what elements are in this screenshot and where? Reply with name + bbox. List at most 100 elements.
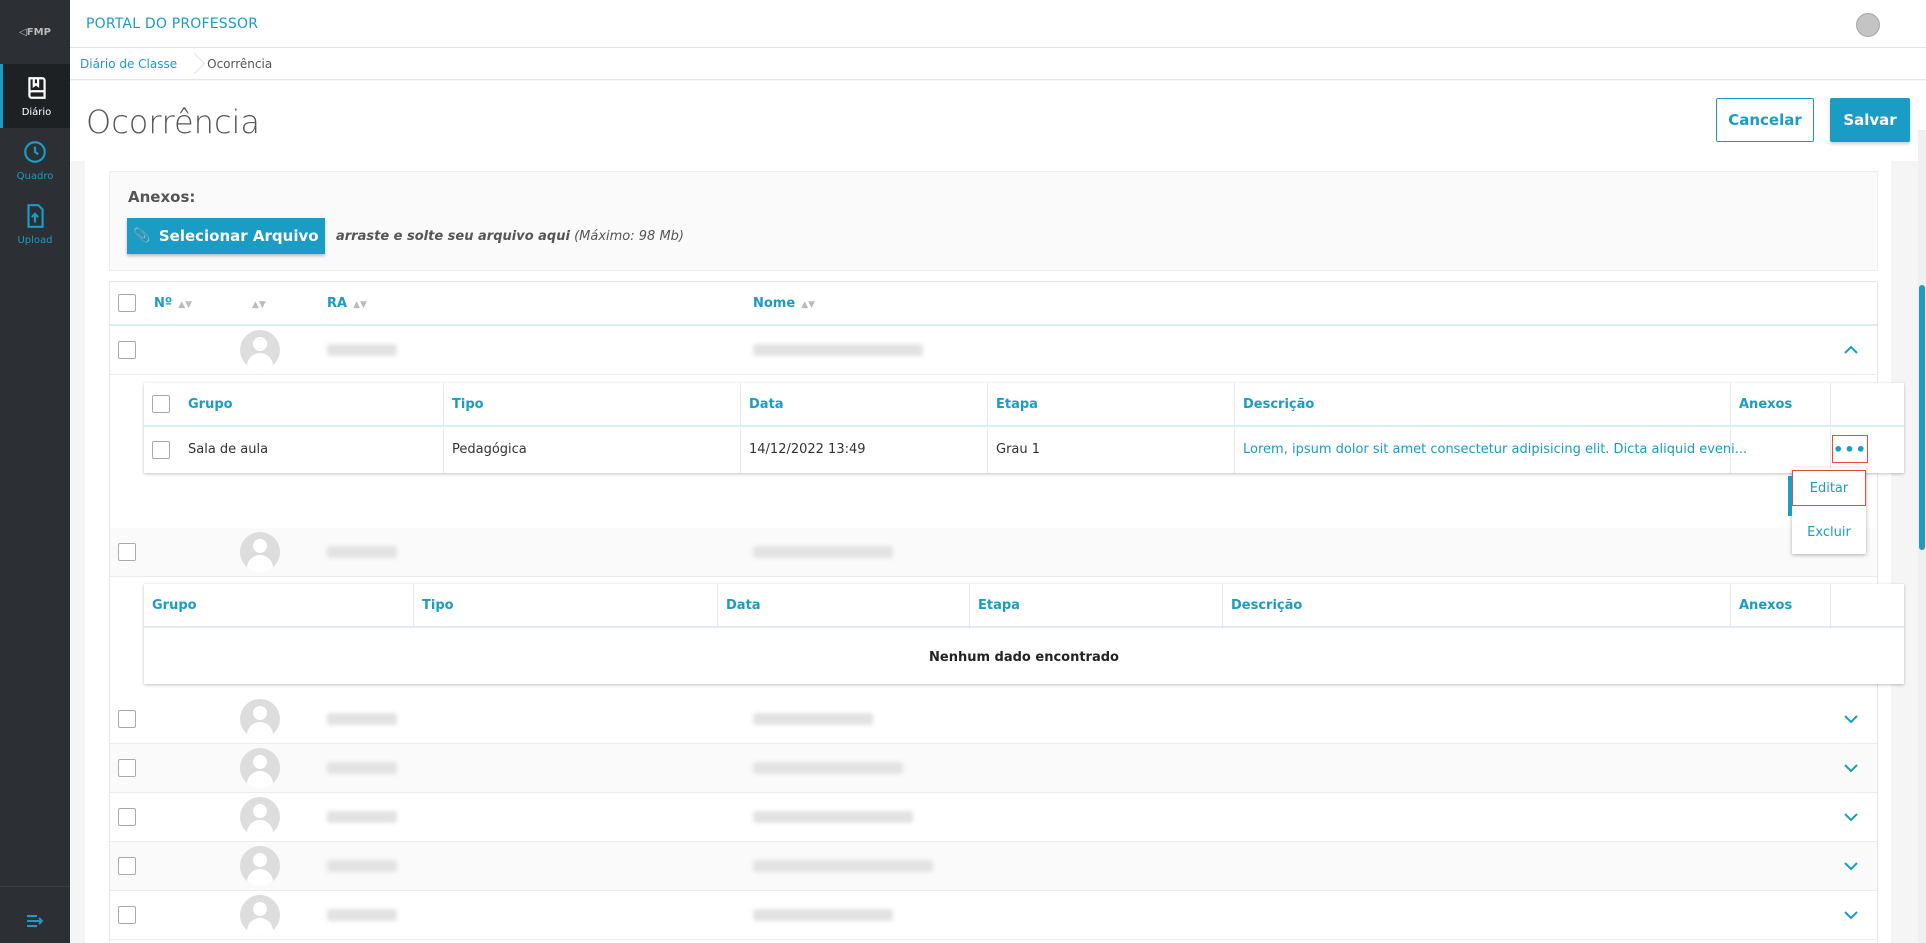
page-title: Ocorrência [86, 103, 261, 141]
clock-icon [24, 140, 46, 163]
student-ra [327, 762, 397, 774]
main-content: Anexos: 📎 Selecionar Arquivo arraste e s… [85, 161, 1904, 943]
empty-occurrence-table-header: Grupo Tipo Data Etapa Descrição Anexos [144, 584, 1904, 628]
select-all-checkbox[interactable] [118, 294, 136, 312]
paperclip-icon: 📎 [133, 228, 151, 244]
row-checkbox[interactable] [118, 759, 136, 777]
chevron-down-icon[interactable] [1841, 807, 1861, 827]
column-header-data[interactable]: Data [726, 598, 761, 613]
student-photo [240, 895, 280, 935]
student-ra [327, 860, 397, 872]
top-bar: PORTAL DO PROFESSOR [70, 0, 1926, 48]
menu-collapse-button[interactable] [0, 913, 70, 929]
cell-descricao[interactable]: Lorem, ipsum dolor sit amet consectetur … [1243, 442, 1747, 457]
cancel-button[interactable]: Cancelar [1716, 98, 1814, 142]
column-header-anexos[interactable]: Anexos [1739, 397, 1792, 412]
column-header-etapa[interactable]: Etapa [996, 397, 1038, 412]
column-divider [1730, 383, 1731, 427]
table-row [110, 793, 1877, 842]
chevron-down-icon[interactable] [1841, 758, 1861, 778]
column-header-photo[interactable]: ▲▼ [246, 296, 266, 311]
select-file-button[interactable]: 📎 Selecionar Arquivo [127, 218, 325, 254]
page-scrollbar[interactable] [1918, 130, 1926, 943]
student-name [753, 811, 913, 823]
column-divider [1830, 383, 1831, 427]
row-checkbox[interactable] [118, 808, 136, 826]
select-file-label: Selecionar Arquivo [158, 227, 319, 245]
scrollbar-thumb[interactable] [1919, 285, 1925, 550]
student-ra [327, 811, 397, 823]
column-header-number[interactable]: Nº ▲▼ [154, 296, 192, 311]
menu-item-editar[interactable]: Editar [1792, 470, 1866, 506]
menu-item-excluir[interactable]: Excluir [1792, 514, 1866, 550]
drop-zone-hint-size: (Máximo: 98 Mb) [569, 229, 684, 244]
column-header-grupo[interactable]: Grupo [152, 598, 197, 613]
sidebar-item-quadro[interactable]: Quadro [0, 128, 70, 192]
column-header-descricao[interactable]: Descrição [1231, 598, 1302, 613]
student-photo [240, 748, 280, 788]
column-header-descricao[interactable]: Descrição [1243, 397, 1314, 412]
save-button[interactable]: Salvar [1830, 98, 1910, 142]
column-divider [969, 584, 970, 628]
column-header-nome[interactable]: Nome ▲▼ [753, 296, 815, 311]
table-row [110, 891, 1877, 940]
sort-icon: ▲▼ [178, 300, 193, 310]
student-ra [327, 909, 397, 921]
attachments-label: Anexos: [128, 188, 196, 206]
book-icon [27, 76, 46, 99]
chevron-up-icon[interactable] [1841, 340, 1861, 360]
row-actions-button[interactable]: ••• [1832, 435, 1868, 463]
column-header-tipo[interactable]: Tipo [422, 598, 454, 613]
row-checkbox[interactable] [118, 341, 136, 359]
student-ra [327, 344, 397, 356]
chevron-down-icon[interactable] [1841, 856, 1861, 876]
app-title: PORTAL DO PROFESSOR [86, 15, 259, 32]
student-name [753, 546, 893, 558]
sort-icon: ▲▼ [353, 300, 367, 310]
column-header-grupo[interactable]: Grupo [188, 397, 233, 412]
column-header-data[interactable]: Data [749, 397, 784, 412]
student-name [753, 762, 903, 774]
column-header-nome-label: Nome [753, 296, 796, 311]
student-name [753, 713, 873, 725]
sort-icon: ▲▼ [252, 300, 266, 310]
row-checkbox[interactable] [118, 710, 136, 728]
sidebar-item-label: Upload [17, 234, 53, 246]
column-divider [1830, 584, 1831, 628]
table-row [110, 695, 1877, 744]
row-checkbox[interactable] [118, 857, 136, 875]
breadcrumb-separator [187, 48, 197, 80]
table-row [110, 842, 1877, 891]
column-divider [1222, 584, 1223, 628]
chevron-down-icon[interactable] [1841, 709, 1861, 729]
user-avatar[interactable] [1856, 13, 1880, 37]
cell-grupo: Sala de aula [188, 442, 269, 457]
table-row [110, 528, 1877, 577]
column-header-ra[interactable]: RA ▲▼ [327, 296, 367, 311]
occurrence-row: Sala de aula Pedagógica 14/12/2022 13:49… [144, 429, 1904, 473]
student-name [753, 860, 933, 872]
occurrence-row-checkbox[interactable] [152, 441, 170, 459]
sidebar-item-upload[interactable]: Upload [0, 192, 70, 256]
column-header-anexos[interactable]: Anexos [1739, 598, 1792, 613]
table-row [110, 326, 1877, 375]
column-header-etapa[interactable]: Etapa [978, 598, 1020, 613]
students-table-header: Nº ▲▼ ▲▼ RA ▲▼ Nome ▲▼ [110, 282, 1877, 326]
student-ra [327, 546, 397, 558]
student-ra [327, 713, 397, 725]
sidebar-item-diario[interactable]: Diário [0, 64, 70, 128]
sidebar-item-label: Diário [21, 106, 52, 118]
student-name [753, 909, 893, 921]
row-checkbox[interactable] [118, 543, 136, 561]
drop-zone-hint[interactable]: arraste e solte seu arquivo aqui (Máximo… [336, 229, 684, 244]
occurrence-select-all-checkbox[interactable] [152, 395, 170, 413]
column-header-tipo[interactable]: Tipo [452, 397, 484, 412]
cell-etapa: Grau 1 [996, 442, 1041, 457]
page-header: Ocorrência Cancelar Salvar [70, 81, 1926, 161]
chevron-down-icon[interactable] [1841, 905, 1861, 925]
breadcrumb-link-diario[interactable]: Diário de Classe [80, 57, 177, 71]
upload-icon [27, 203, 44, 228]
student-photo [240, 532, 280, 572]
column-divider [413, 584, 414, 628]
row-checkbox[interactable] [118, 906, 136, 924]
